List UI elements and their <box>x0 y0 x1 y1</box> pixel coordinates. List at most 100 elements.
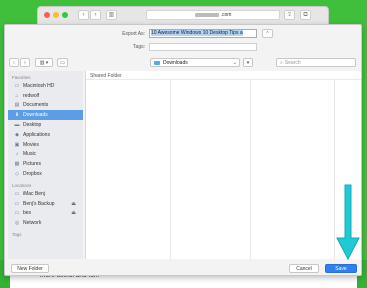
sidebar-item-pictures[interactable]: ▦ Pictures <box>8 159 83 169</box>
view-options-button[interactable]: ▥ ▾ <box>35 58 53 67</box>
sidebar-item-movies[interactable]: ▣ Movies <box>8 140 83 150</box>
sidebar-item-label: Macintosh HD <box>23 82 55 89</box>
folder-icon <box>154 60 160 65</box>
sidebar-item-label: Documents <box>23 102 49 109</box>
forward-button[interactable]: › <box>90 10 101 20</box>
search-icon: ⌕ <box>280 59 283 66</box>
dialog-sidebar: Favorites ▭ Macintosh HD ⌂ redwolf ▤ Document… <box>8 71 83 259</box>
document-icon: ▤ <box>14 102 20 109</box>
expand-dialog-button[interactable]: ⌃ <box>262 29 273 38</box>
pointer-arrow-icon <box>336 184 360 261</box>
sidebar-item-label: Network <box>23 220 42 227</box>
tabs-icon: ⧉ <box>303 12 308 18</box>
search-input[interactable]: ⌕ Search <box>276 58 356 67</box>
computer-icon: ▭ <box>14 190 20 197</box>
drive-icon: ▭ <box>14 200 20 207</box>
dialog-toolbar: ‹ › ▥ ▾ ▭ Downloads ⌄ ▾ ⌕ Search <box>5 56 361 70</box>
eject-icon[interactable]: ⏏ <box>71 210 76 216</box>
sidebar-item-dropbox[interactable]: ◇ Dropbox <box>8 169 83 179</box>
music-icon: ♪ <box>15 151 19 158</box>
export-as-value: 10 Awesome Windows 10 Desktop Tips a <box>151 30 243 36</box>
sidebar-item-label: redwolf <box>23 92 40 99</box>
export-as-field[interactable]: 10 Awesome Windows 10 Desktop Tips a <box>149 29 257 38</box>
pictures-icon: ▦ <box>14 161 20 168</box>
sidebar-item-label: Applications <box>23 131 50 138</box>
tabs-button[interactable]: ⧉ <box>300 10 311 20</box>
sidebar-item-label: iMac Benj <box>23 190 45 197</box>
chevron-down-icon: ▾ <box>246 59 250 66</box>
search-placeholder: Search <box>284 59 301 66</box>
sidebar-item-label: Music <box>23 151 37 158</box>
minimize-window-icon[interactable] <box>53 12 59 18</box>
location-label: Downloads <box>163 59 188 66</box>
redacted-domain <box>194 13 219 17</box>
arrow-shaft <box>336 184 360 261</box>
cancel-button[interactable]: Cancel <box>289 264 319 273</box>
chevron-updown-icon: ⌄ <box>232 59 237 66</box>
tags-field[interactable] <box>149 43 257 51</box>
sidebar-item-label: Desktop <box>23 122 42 129</box>
tags-heading: Tags <box>12 232 22 238</box>
sidebar-item-label: Benj's Backup <box>23 200 55 207</box>
address-bar[interactable]: .com <box>146 10 280 20</box>
sidebar-item-music[interactable]: ♪ Music <box>8 150 83 160</box>
locations-list: ▭ iMac Benj ▭ Benj's Backup ⏏ ▭ bes ⏏ ◎ Network <box>8 189 83 228</box>
home-icon: ⌂ <box>15 92 19 99</box>
column-view-icon: ▥ ▾ <box>39 59 49 66</box>
new-folder-button[interactable]: New Folder <box>11 264 49 273</box>
save-dialog: Export As: 10 Awesome Windows 10 Desktop… <box>4 24 362 276</box>
zoom-window-icon[interactable] <box>62 12 68 18</box>
sidebar-item-imac-benj[interactable]: ▭ iMac Benj <box>8 189 83 199</box>
applications-icon: ◆ <box>15 131 19 138</box>
sidebar-item-label: Pictures <box>23 161 42 168</box>
chevron-up-icon: ⌃ <box>265 30 270 37</box>
chevron-right-icon: › <box>94 12 97 18</box>
tags-label: Tags: <box>133 44 145 50</box>
dialog-footer: New Folder Cancel Save <box>5 261 361 275</box>
location-select[interactable]: Downloads ⌄ <box>150 58 240 67</box>
sidebar-item-desktop[interactable]: ▬ Desktop <box>8 120 83 130</box>
share-icon: ⇪ <box>286 12 293 18</box>
drive-icon: ▭ <box>14 210 20 217</box>
download-icon: ⬇ <box>14 112 20 119</box>
sidebar-item-benj-s-backup[interactable]: ▭ Benj's Backup ⏏ <box>8 199 83 209</box>
sidebar-item-documents[interactable]: ▤ Documents <box>8 101 83 111</box>
locations-heading: Locations <box>12 182 32 188</box>
sidebar-item-redwolf[interactable]: ⌂ redwolf <box>8 91 83 101</box>
close-window-icon[interactable] <box>44 12 50 18</box>
back-button[interactable]: ‹ <box>9 58 19 67</box>
share-button[interactable]: ⇪ <box>284 10 295 20</box>
file-browser: Shared Folder <box>85 71 361 259</box>
sidebar-button[interactable]: ▥ <box>106 10 117 20</box>
dropbox-icon: ◇ <box>15 171 19 178</box>
desktop-icon: ▬ <box>14 122 20 129</box>
url-text: .com <box>220 12 232 18</box>
save-button[interactable]: Save <box>325 264 357 273</box>
browser-column[interactable] <box>171 80 251 259</box>
favorites-heading: Favorites <box>12 75 31 80</box>
sidebar-item-label: Downloads <box>23 112 48 119</box>
new-folder-icon-button[interactable]: ▭ <box>57 58 68 67</box>
browser-column[interactable] <box>86 80 171 259</box>
location-dropdown-button[interactable]: ▾ <box>243 58 253 67</box>
network-icon: ◎ <box>14 220 20 227</box>
chevron-left-icon: ‹ <box>82 12 85 18</box>
sidebar-item-applications[interactable]: ◆ Applications <box>8 130 83 140</box>
sidebar-item-macintosh-hd[interactable]: ▭ Macintosh HD <box>8 81 83 91</box>
back-button[interactable]: ‹ <box>78 10 89 20</box>
sidebar-item-downloads[interactable]: ⬇ Downloads <box>8 110 83 121</box>
sidebar-icon: ▥ <box>108 12 115 18</box>
chevron-left-icon: ‹ <box>13 59 15 66</box>
window-controls <box>44 12 68 18</box>
sidebar-item-network[interactable]: ◎ Network <box>8 218 83 228</box>
export-as-label: Export As: <box>122 31 145 37</box>
chevron-right-icon: › <box>24 59 26 66</box>
favorites-list: ▭ Macintosh HD ⌂ redwolf ▤ Documents ⬇ Download… <box>8 81 83 179</box>
forward-button[interactable]: › <box>20 58 30 67</box>
hard-drive-icon: ▭ <box>14 82 20 89</box>
folder-icon: ▭ <box>60 59 65 66</box>
sidebar-item-bes[interactable]: ▭ bes ⏏ <box>8 209 83 219</box>
eject-icon[interactable]: ⏏ <box>71 201 76 207</box>
movies-icon: ▣ <box>14 141 20 148</box>
sidebar-item-label: Dropbox <box>23 171 42 178</box>
